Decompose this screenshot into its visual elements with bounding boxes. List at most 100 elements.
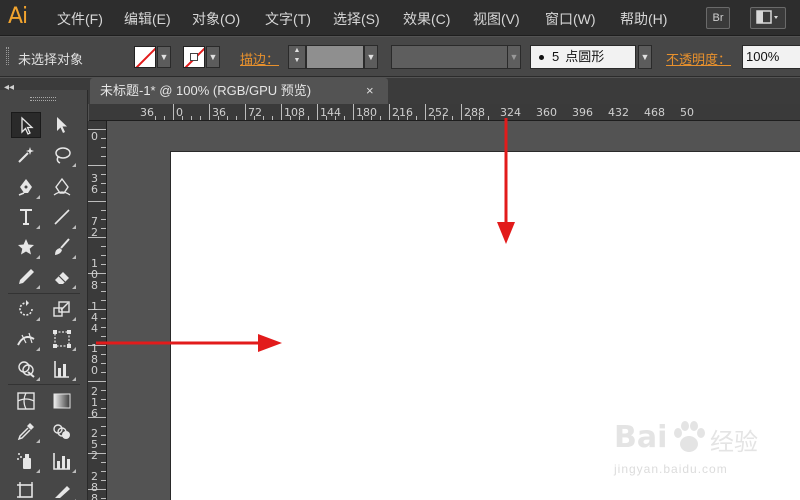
rotate-tool-icon[interactable] — [11, 296, 41, 322]
mesh-tool-icon[interactable] — [11, 388, 41, 414]
pen-tool-icon[interactable] — [11, 174, 41, 200]
workspace-layout-icon — [756, 10, 778, 24]
ruler-label: 468 — [644, 106, 665, 119]
ruler-tick — [88, 201, 106, 202]
curvature-tool-icon[interactable] — [47, 174, 77, 200]
menu-type[interactable]: 文字(T) — [265, 9, 311, 29]
ruler-tick — [317, 104, 318, 120]
brush-dropdown-arrow[interactable]: ▼ — [638, 45, 652, 69]
ruler-label: 252 — [428, 106, 449, 119]
brush-definition-field[interactable]: 5 点圆形 — [530, 45, 636, 69]
menu-view[interactable]: 视图(V) — [473, 9, 520, 29]
variable-width-dropdown[interactable]: ▼ — [507, 45, 521, 69]
vertical-ruler[interactable]: 03672108144180216252288 — [88, 121, 107, 500]
fill-swatch[interactable] — [134, 46, 156, 68]
width-tool-icon[interactable] — [11, 326, 41, 352]
ruler-tick — [101, 174, 106, 175]
direct-selection-tool-icon[interactable] — [47, 112, 77, 138]
document-tab[interactable]: 未标题-1* @ 100% (RGB/GPU 预览) — [90, 78, 388, 104]
stroke-weight-field[interactable] — [306, 45, 364, 69]
ruler-tick — [101, 183, 106, 184]
artboard[interactable] — [170, 151, 800, 500]
ruler-label: 8 — [91, 279, 98, 293]
stroke-dropdown-arrow[interactable]: ▼ — [206, 46, 220, 68]
brush-type: 点圆形 — [565, 49, 605, 64]
ruler-label: 6 — [91, 406, 98, 420]
stroke-swatch[interactable] — [183, 46, 205, 68]
ruler-tick — [88, 165, 106, 166]
menu-bar: Ai 文件(F) 编辑(E) 对象(O) 文字(T) 选择(S) 效果(C) 视… — [0, 0, 800, 36]
tools-panel — [0, 90, 88, 500]
ruler-tick — [245, 104, 246, 120]
document-tab-bar: ◂◂ 未标题-1* @ 100% (RGB/GPU 预览) × — [0, 78, 800, 104]
ruler-label: 360 — [536, 106, 557, 119]
ruler-tick — [101, 390, 106, 391]
horizontal-ruler[interactable]: 36 0 36 72 108 144 180 216 252 288 324 360 396 432 468… — [89, 104, 800, 121]
bridge-button[interactable]: Br — [706, 7, 730, 29]
paintbrush-tool-icon[interactable] — [47, 234, 77, 260]
line-segment-tool-icon[interactable] — [47, 204, 77, 230]
blend-tool-icon[interactable] — [47, 418, 77, 444]
ruler-label: 144 — [320, 106, 341, 119]
shape-builder-tool-icon[interactable] — [11, 356, 41, 382]
canvas-area[interactable] — [107, 121, 800, 500]
magic-wand-tool-icon[interactable] — [11, 142, 41, 168]
ruler-label: 50 — [680, 106, 694, 119]
menu-effect[interactable]: 效果(C) — [403, 9, 450, 29]
star-tool-icon[interactable] — [11, 234, 41, 260]
ruler-label: 72 — [248, 106, 262, 119]
gradient-tool-icon[interactable] — [47, 388, 77, 414]
tools-panel-grip[interactable] — [30, 97, 56, 101]
eyedropper-tool-icon[interactable] — [11, 418, 41, 444]
ruler-label: 216 — [392, 106, 413, 119]
ruler-tick — [101, 399, 106, 400]
column-graph-tool-icon[interactable] — [47, 448, 77, 474]
pencil-tool-icon[interactable] — [11, 264, 41, 290]
ruler-label: 2 — [91, 225, 98, 239]
workspace-switcher-button[interactable] — [750, 7, 786, 29]
opacity-label[interactable]: 不透明度： — [666, 49, 731, 68]
menu-help[interactable]: 帮助(H) — [620, 9, 667, 29]
free-transform-tool-icon[interactable] — [47, 326, 77, 352]
menu-object[interactable]: 对象(O) — [192, 9, 240, 29]
ruler-label: 6 — [91, 183, 98, 197]
opacity-field[interactable]: 100% — [742, 45, 800, 69]
ruler-tick — [101, 444, 106, 445]
tools-divider — [8, 293, 80, 294]
control-bar-grip[interactable] — [6, 47, 9, 65]
symbol-sprayer-tool-icon[interactable] — [11, 448, 41, 474]
control-bar: 未选择对象 ▼ ▼ 描边： ▲ ▼ ▼ ▼ 5 点圆形 ▼ 不透明度： 100% — [0, 37, 800, 77]
ruler-tick — [101, 219, 106, 220]
selection-status: 未选择对象 — [18, 52, 84, 67]
selection-tool-icon[interactable] — [11, 112, 41, 138]
type-tool-icon[interactable] — [11, 204, 41, 230]
ruler-label: 324 — [500, 106, 521, 119]
eraser-tool-icon[interactable] — [47, 264, 77, 290]
menu-edit[interactable]: 编辑(E) — [124, 9, 171, 29]
ruler-tick — [101, 291, 106, 292]
stroke-inner-square — [190, 53, 198, 61]
fill-dropdown-arrow[interactable]: ▼ — [157, 46, 171, 68]
menu-window[interactable]: 窗口(W) — [545, 9, 596, 29]
ruler-tick — [101, 408, 106, 409]
artboard-tool-icon[interactable] — [11, 478, 41, 500]
ruler-tick — [101, 354, 106, 355]
stroke-weight-dropdown[interactable]: ▼ — [364, 45, 378, 69]
ruler-tick — [281, 104, 282, 120]
ruler-tick — [209, 104, 210, 120]
menu-select[interactable]: 选择(S) — [333, 9, 380, 29]
ruler-tick — [461, 104, 462, 120]
ruler-tick — [101, 264, 106, 265]
slice-tool-icon[interactable] — [47, 478, 77, 500]
ruler-tick — [101, 426, 106, 427]
lasso-tool-icon[interactable] — [47, 142, 77, 168]
close-icon[interactable]: × — [366, 83, 374, 98]
menu-file[interactable]: 文件(F) — [57, 9, 103, 29]
stroke-weight-spinner[interactable]: ▲ ▼ — [288, 45, 306, 69]
variable-width-profile[interactable] — [391, 45, 521, 69]
ruler-label: 396 — [572, 106, 593, 119]
perspective-grid-tool-icon[interactable] — [47, 356, 77, 382]
scale-tool-icon[interactable] — [47, 296, 77, 322]
ruler-label: 36 — [212, 106, 226, 119]
stroke-label[interactable]: 描边： — [240, 49, 279, 68]
